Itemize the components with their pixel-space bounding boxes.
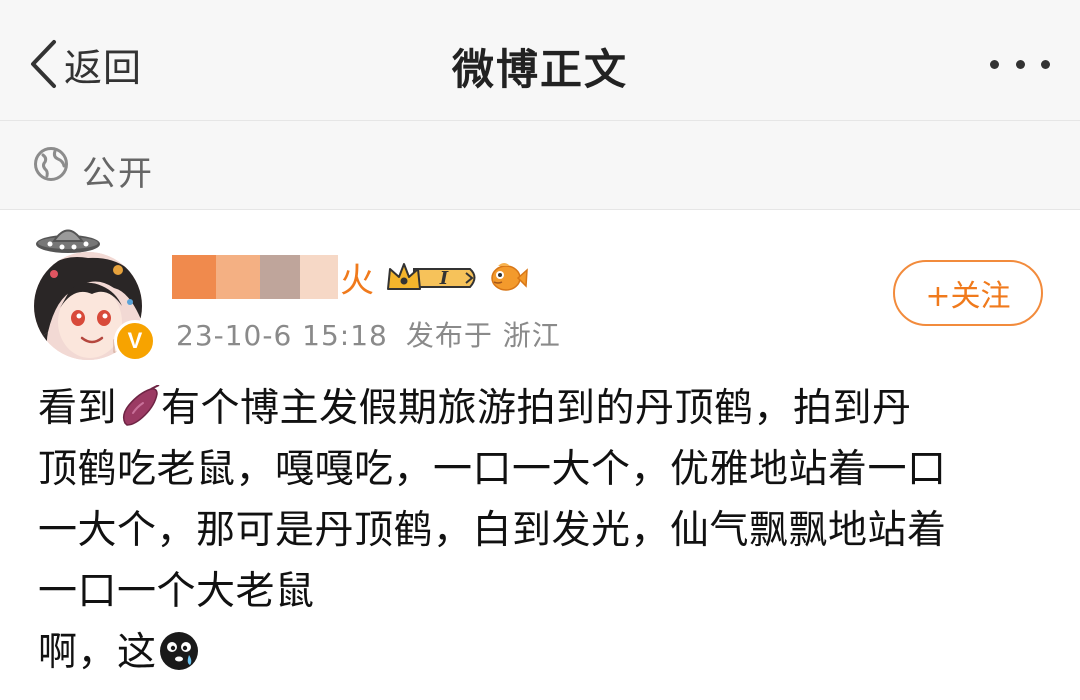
more-dots-icon	[990, 59, 999, 69]
author-avatar[interactable]: V	[28, 222, 156, 362]
ufo-decoration-icon	[36, 229, 100, 253]
post-content: 看到 有个博主发假期旅游拍到的丹顶鹤，拍到丹 顶鹤吃老鼠，嘎嘎吃，一口一大个，优…	[38, 378, 1048, 683]
content-line-3: 一大个，那可是丹顶鹤，白到发光，仙气飘飘地站着	[38, 508, 947, 553]
content-line-4: 一口一个大老鼠	[38, 569, 315, 614]
sweet-potato-emoji	[122, 384, 160, 426]
crown-level-badge[interactable]: I	[384, 259, 480, 295]
post-meta: 23-10-6 15:18 发布于 浙江	[176, 314, 561, 354]
author-name[interactable]: 火 I	[172, 254, 528, 301]
visibility-label: 公开	[82, 154, 154, 194]
top-nav-bar: 返回 微博正文	[0, 0, 1080, 121]
svg-text:I: I	[439, 268, 449, 289]
author-name-tail: 火	[340, 260, 374, 301]
name-mosaic-1	[172, 255, 216, 299]
post-location: 发布于 浙江	[405, 319, 561, 352]
crying-face-emoji	[159, 631, 198, 670]
name-mosaic-4	[300, 255, 338, 299]
post-time: 23-10-6 15:18	[176, 319, 388, 352]
page-title: 微博正文	[451, 45, 628, 94]
fish-badge[interactable]	[488, 259, 528, 295]
more-button[interactable]	[990, 46, 1050, 82]
weibo-post-page: 返回 微博正文 公开 V 火 I 23-10-6 15:18 发布于 浙江 +关…	[0, 0, 1080, 700]
content-line-2: 顶鹤吃老鼠，嘎嘎吃，一口一大个，优雅地站着一口	[38, 447, 947, 492]
follow-button[interactable]: +关注	[893, 260, 1043, 326]
name-mosaic-3	[260, 255, 300, 299]
content-line-5: 啊，这	[38, 622, 1048, 683]
name-mosaic-2	[216, 255, 260, 299]
globe-icon	[34, 147, 68, 181]
follow-label: +关注	[925, 279, 1011, 314]
content-line-1: 看到 有个博主发假期旅游拍到的丹顶鹤，拍到丹	[38, 384, 912, 431]
visibility-row	[0, 121, 1080, 210]
verified-v-badge: V	[114, 320, 156, 362]
